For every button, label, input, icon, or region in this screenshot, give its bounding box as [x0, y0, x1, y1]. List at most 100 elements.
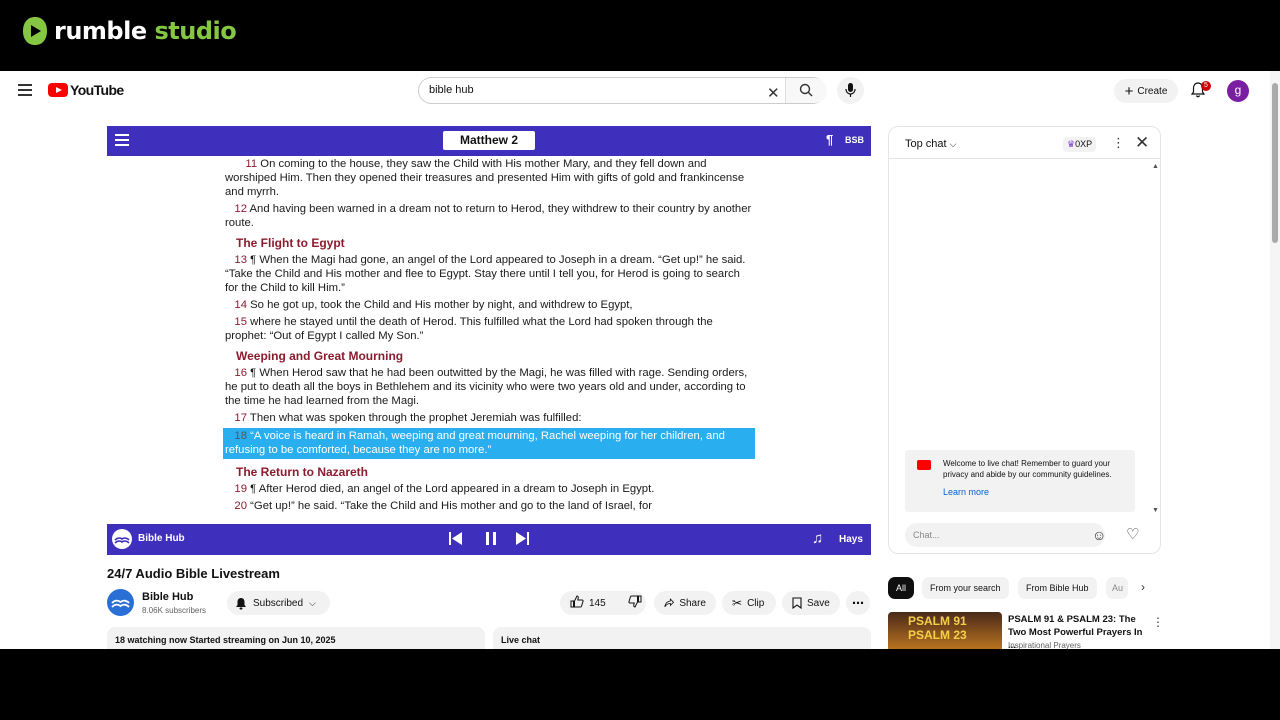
- hamburger-menu-icon[interactable]: [18, 84, 32, 96]
- youtube-small-icon: [917, 460, 931, 470]
- chip-from-bible-hub[interactable]: From Bible Hub: [1018, 577, 1097, 599]
- share-button[interactable]: Share: [654, 591, 716, 615]
- verse-15: 15 where he stayed until the death of He…: [225, 316, 713, 342]
- subscribed-button[interactable]: Subscribed ⌵: [227, 591, 330, 615]
- bell-icon: [236, 597, 246, 609]
- chip-all[interactable]: All: [888, 577, 915, 599]
- create-label: Create: [1137, 85, 1168, 97]
- chat-welcome-message: Welcome to live chat! Remember to guard …: [905, 450, 1135, 512]
- chip-from-your-search[interactable]: From your search: [922, 577, 1009, 599]
- subscriber-count: 8.06K subscribers: [142, 606, 207, 615]
- clip-button[interactable]: ✂ Clip: [722, 591, 776, 615]
- recommendation-menu-icon[interactable]: ⋮: [1152, 615, 1164, 629]
- notification-count-badge: 5: [1201, 81, 1211, 91]
- crown-icon: ♛: [1067, 139, 1076, 149]
- clear-search-icon[interactable]: ✕: [767, 84, 780, 102]
- youtube-page: YouTube ✕ +Create 5 g Matthew 2 ¶ BSB 11…: [0, 71, 1280, 649]
- welcome-text: Welcome to live chat! Remember to guard …: [943, 459, 1112, 479]
- top-chat-dropdown[interactable]: Top chat ⌵: [905, 138, 956, 150]
- chevron-down-icon: ⌵: [949, 139, 957, 149]
- rumble-header: rumble studio: [0, 0, 1280, 71]
- recommendation-channel: Inspirational Prayers: [1008, 641, 1081, 649]
- video-title: 24/7 Audio Bible Livestream: [107, 566, 280, 581]
- share-icon: [664, 598, 675, 608]
- video-player[interactable]: Matthew 2 ¶ BSB 11 On coming to the hous…: [107, 126, 871, 555]
- chat-header: Top chat ⌵ ♛0XP ⋮ ✕: [889, 127, 1160, 159]
- search-input[interactable]: [429, 84, 749, 96]
- narrator-name: Hays: [839, 534, 863, 545]
- skip-previous-icon: [449, 532, 462, 545]
- live-chat-header[interactable]: Live chat: [493, 627, 871, 649]
- music-note-icon: ♫: [812, 530, 824, 547]
- page-scrollbar[interactable]: [1270, 71, 1280, 649]
- rumble-studio-logo[interactable]: rumble studio: [22, 16, 237, 46]
- live-chat-panel: Top chat ⌵ ♛0XP ⋮ ✕ ▲ Welcome to live ch…: [888, 126, 1161, 554]
- more-actions-button[interactable]: ⋯: [846, 591, 870, 615]
- verse-17: 17 Then what was spoken through the prop…: [234, 412, 582, 424]
- like-dislike-group: 145: [560, 591, 646, 615]
- verse-14: 14 So he got up, took the Child and His …: [234, 299, 633, 311]
- pause-icon: [486, 532, 496, 545]
- rumble-wordmark: rumble studio: [54, 17, 237, 45]
- share-label: Share: [679, 597, 706, 609]
- verse-19: 19 ¶ After Herod died, an angel of the L…: [234, 483, 655, 495]
- close-chat-icon[interactable]: ✕: [1135, 133, 1149, 153]
- thumbnail-text: PSALM 91 PSALM 23: [908, 614, 967, 642]
- scroll-down-arrow[interactable]: ▼: [1152, 507, 1159, 514]
- youtube-wordmark: YouTube: [70, 82, 124, 98]
- learn-more-link[interactable]: Learn more: [943, 487, 989, 497]
- scrollbar-thumb[interactable]: [1272, 83, 1278, 243]
- verse-16: 16 ¶ When Herod saw that he had been out…: [225, 367, 748, 407]
- verse-20: 20 “Get up!” he said. “Take the Child an…: [234, 500, 653, 512]
- youtube-play-icon: [48, 83, 68, 97]
- clip-label: Clip: [747, 597, 765, 609]
- bookmark-icon: [792, 597, 802, 609]
- bible-hub-audio-bar: Bible Hub ♫ Hays: [107, 524, 871, 555]
- create-button[interactable]: + Create: [1114, 79, 1178, 103]
- chevron-right-icon[interactable]: ›: [1141, 580, 1145, 594]
- channel-name[interactable]: Bible Hub: [142, 591, 193, 603]
- stream-info-box[interactable]: 18 watching now Started streaming on Jun…: [107, 627, 485, 649]
- verse-11: 11 On coming to the house, they saw the …: [225, 158, 745, 198]
- save-button[interactable]: Save: [782, 591, 840, 615]
- section-heading: The Flight to Egypt: [236, 236, 345, 250]
- voice-search-button[interactable]: [837, 77, 864, 104]
- more-horizontal-icon: ⋯: [852, 596, 864, 610]
- xp-badge[interactable]: ♛0XP: [1063, 137, 1097, 152]
- thumbs-down-icon[interactable]: [628, 595, 642, 611]
- verse-12: 12 And having been warned in a dream not…: [225, 203, 752, 229]
- thumbs-up-icon[interactable]: [570, 595, 584, 611]
- search-icon: [799, 83, 813, 97]
- bible-hub-toolbar: Matthew 2 ¶ BSB: [107, 126, 871, 156]
- youtube-logo[interactable]: YouTube: [48, 82, 124, 98]
- like-count: 145: [589, 597, 606, 609]
- chapter-title: Matthew 2: [443, 131, 535, 150]
- emoji-icon[interactable]: ☺: [1092, 527, 1106, 543]
- microphone-icon: [845, 83, 856, 97]
- bible-hub-logo-icon: [112, 529, 132, 549]
- search-button[interactable]: [785, 78, 827, 103]
- subscribed-label: Subscribed: [253, 597, 304, 609]
- scissors-icon: ✂: [732, 596, 743, 610]
- save-label: Save: [807, 597, 830, 609]
- plus-icon: +: [1124, 82, 1134, 100]
- bible-version: BSB: [845, 135, 865, 145]
- pilcrow-icon: ¶: [826, 132, 834, 147]
- user-avatar[interactable]: g: [1227, 80, 1249, 102]
- chip-truncated[interactable]: Au: [1106, 577, 1128, 599]
- verse-13: 13 ¶ When the Magi had gone, an angel of…: [225, 254, 746, 294]
- channel-avatar[interactable]: [107, 589, 134, 616]
- search-box: ✕: [418, 77, 827, 104]
- section-heading: Weeping and Great Mourning: [236, 349, 404, 363]
- skip-next-icon: [516, 532, 529, 545]
- youtube-header: YouTube ✕ +Create 5 g: [0, 71, 1270, 111]
- chat-options-icon[interactable]: ⋮: [1112, 135, 1125, 151]
- section-heading: The Return to Nazareth: [236, 465, 369, 479]
- chat-input[interactable]: Chat...: [905, 523, 1105, 547]
- rumble-play-icon: [23, 17, 47, 45]
- bottom-letterbox: [0, 649, 1280, 720]
- heart-icon[interactable]: ♡: [1126, 525, 1139, 543]
- bible-hub-menu-icon: [115, 134, 129, 146]
- scroll-up-arrow[interactable]: ▲: [1152, 163, 1159, 170]
- recommendation-thumbnail[interactable]: PSALM 91 PSALM 23: [888, 612, 1002, 649]
